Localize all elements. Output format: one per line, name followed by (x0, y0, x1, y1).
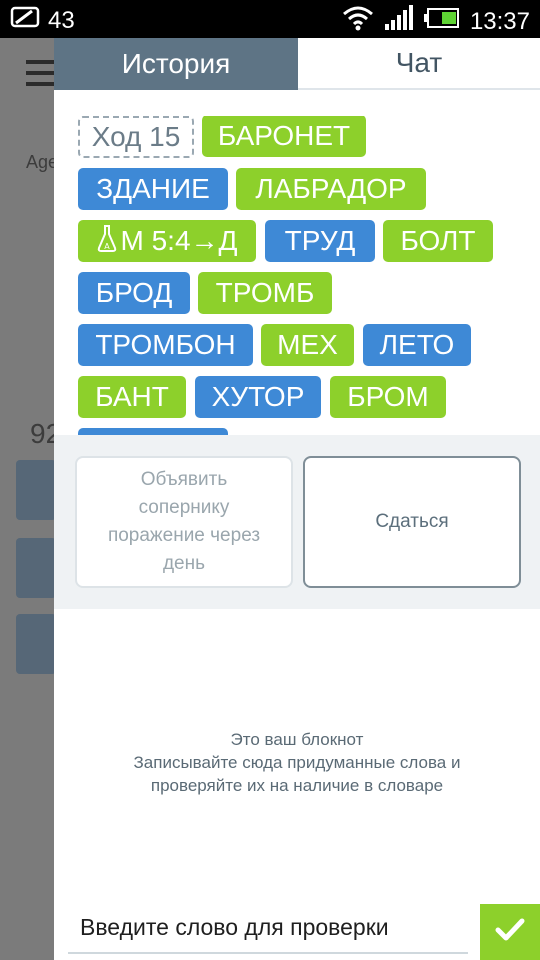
signal-icon (384, 5, 414, 38)
tab-bar: История Чат (54, 38, 540, 90)
word-chip[interactable]: БРОМ (330, 376, 446, 418)
word-chip[interactable]: МЕХ (261, 324, 354, 366)
word-chip[interactable]: ТРУД (265, 220, 375, 262)
notepad-hint: Это ваш блокнот Записывайте сюда придума… (54, 728, 540, 797)
background-button (16, 538, 56, 598)
word-chip-move-label: М 5:4→Д (120, 225, 238, 256)
word-chip[interactable]: БАРОНЕТ (202, 116, 366, 157)
word-chip[interactable]: ТРОМБ (198, 272, 332, 314)
word-chip[interactable]: ХУТОР (195, 376, 321, 418)
surrender-button[interactable]: Сдаться (303, 456, 521, 588)
action-area: Объявить сопернику поражение через день … (54, 435, 540, 609)
svg-text:A: A (104, 242, 110, 251)
word-chip[interactable]: БАНТ (78, 376, 186, 418)
notification-icon (10, 5, 40, 36)
word-input-wrapper (68, 902, 468, 954)
background-button (16, 614, 56, 674)
offer-defeat-button[interactable]: Объявить сопернику поражение через день (75, 456, 293, 588)
word-chip[interactable]: ТРОМБОН (78, 324, 253, 366)
word-chip[interactable]: БОЛТ (383, 220, 493, 262)
menu-icon (26, 60, 56, 86)
notepad-hint-line: проверяйте их на наличие в словаре (150, 776, 444, 795)
word-chip[interactable]: ЛЕТО (363, 324, 471, 366)
word-chip[interactable]: БРОД (78, 272, 190, 314)
history-panel: История Чат Ход 15 БАРОНЕТ ЗДАНИЕ ЛАБРАД… (54, 38, 540, 960)
word-chip[interactable]: ЗДАНИЕ (78, 168, 228, 210)
word-history-list: Ход 15 БАРОНЕТ ЗДАНИЕ ЛАБРАДОР A М 5:4→Д… (78, 116, 528, 436)
status-bar: 43 13:37 (0, 0, 540, 38)
flask-icon: A (97, 224, 117, 259)
background-button (16, 460, 56, 520)
tab-history[interactable]: История (54, 38, 298, 90)
clock: 13:37 (469, 7, 530, 35)
wifi-icon (342, 5, 374, 38)
word-check-input[interactable] (68, 902, 468, 954)
notepad-hint-line: Записывайте сюда придуманные слова и (133, 753, 461, 772)
word-chip[interactable]: ЛАБРАДОР (236, 168, 426, 210)
tab-chat[interactable]: Чат (298, 38, 540, 90)
notepad-hint-line: Это ваш блокнот (230, 730, 364, 749)
word-chip-move[interactable]: A М 5:4→Д (78, 220, 256, 262)
checkmark-icon (495, 917, 525, 948)
turn-counter: Ход 15 (78, 116, 194, 158)
notification-count: 43 (48, 6, 75, 34)
battery-icon (423, 7, 460, 36)
check-word-button[interactable] (480, 904, 540, 960)
